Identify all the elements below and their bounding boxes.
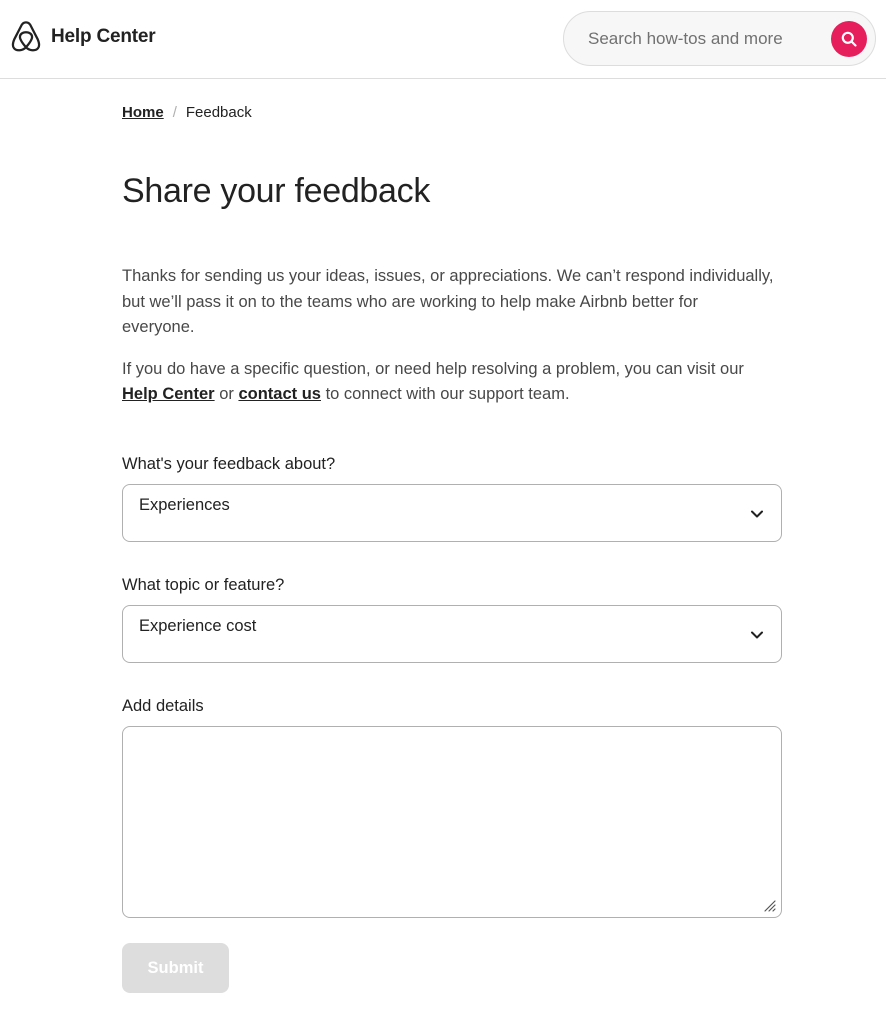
intro-paragraph-2: If you do have a specific question, or n…: [122, 357, 774, 408]
topic-select[interactable]: Experience cost: [122, 605, 782, 663]
contact-us-link[interactable]: contact us: [238, 385, 321, 403]
intro-2-after: to connect with our support team.: [320, 385, 570, 403]
feedback-about-label: What's your feedback about?: [122, 455, 336, 473]
search-bar[interactable]: [563, 11, 876, 66]
search-input[interactable]: [588, 27, 820, 51]
intro-paragraph-1: Thanks for sending us your ideas, issues…: [122, 267, 774, 336]
brand[interactable]: Help Center: [11, 20, 156, 53]
page-title: Share your feedback: [122, 172, 431, 210]
breadcrumb-separator: /: [172, 104, 177, 121]
airbnb-logo-icon: [11, 21, 41, 52]
resize-handle-icon[interactable]: [763, 899, 776, 912]
topic-value: Experience cost: [139, 617, 257, 635]
feedback-about-select[interactable]: Experiences: [122, 484, 782, 542]
breadcrumb-home-link[interactable]: Home: [122, 104, 164, 121]
feedback-about-value: Experiences: [139, 496, 230, 514]
breadcrumb: Home / Feedback: [122, 104, 252, 121]
breadcrumb-current: Feedback: [185, 104, 252, 121]
search-button[interactable]: [831, 21, 867, 57]
intro-2-before: If you do have a specific question, or n…: [122, 359, 744, 378]
chevron-down-icon: [751, 631, 763, 639]
help-center-link[interactable]: Help Center: [122, 385, 215, 403]
chevron-down-icon: [751, 510, 763, 518]
site-header: Help Center: [0, 0, 886, 79]
details-textarea[interactable]: [122, 726, 782, 918]
search-icon: [841, 31, 857, 47]
topic-label: What topic or feature?: [122, 576, 285, 594]
intro-text: Thanks for sending us your ideas, issues…: [122, 264, 774, 408]
intro-2-middle: or: [214, 385, 239, 403]
details-label: Add details: [122, 697, 204, 715]
brand-title: Help Center: [51, 25, 156, 47]
submit-button[interactable]: Submit: [122, 943, 229, 993]
